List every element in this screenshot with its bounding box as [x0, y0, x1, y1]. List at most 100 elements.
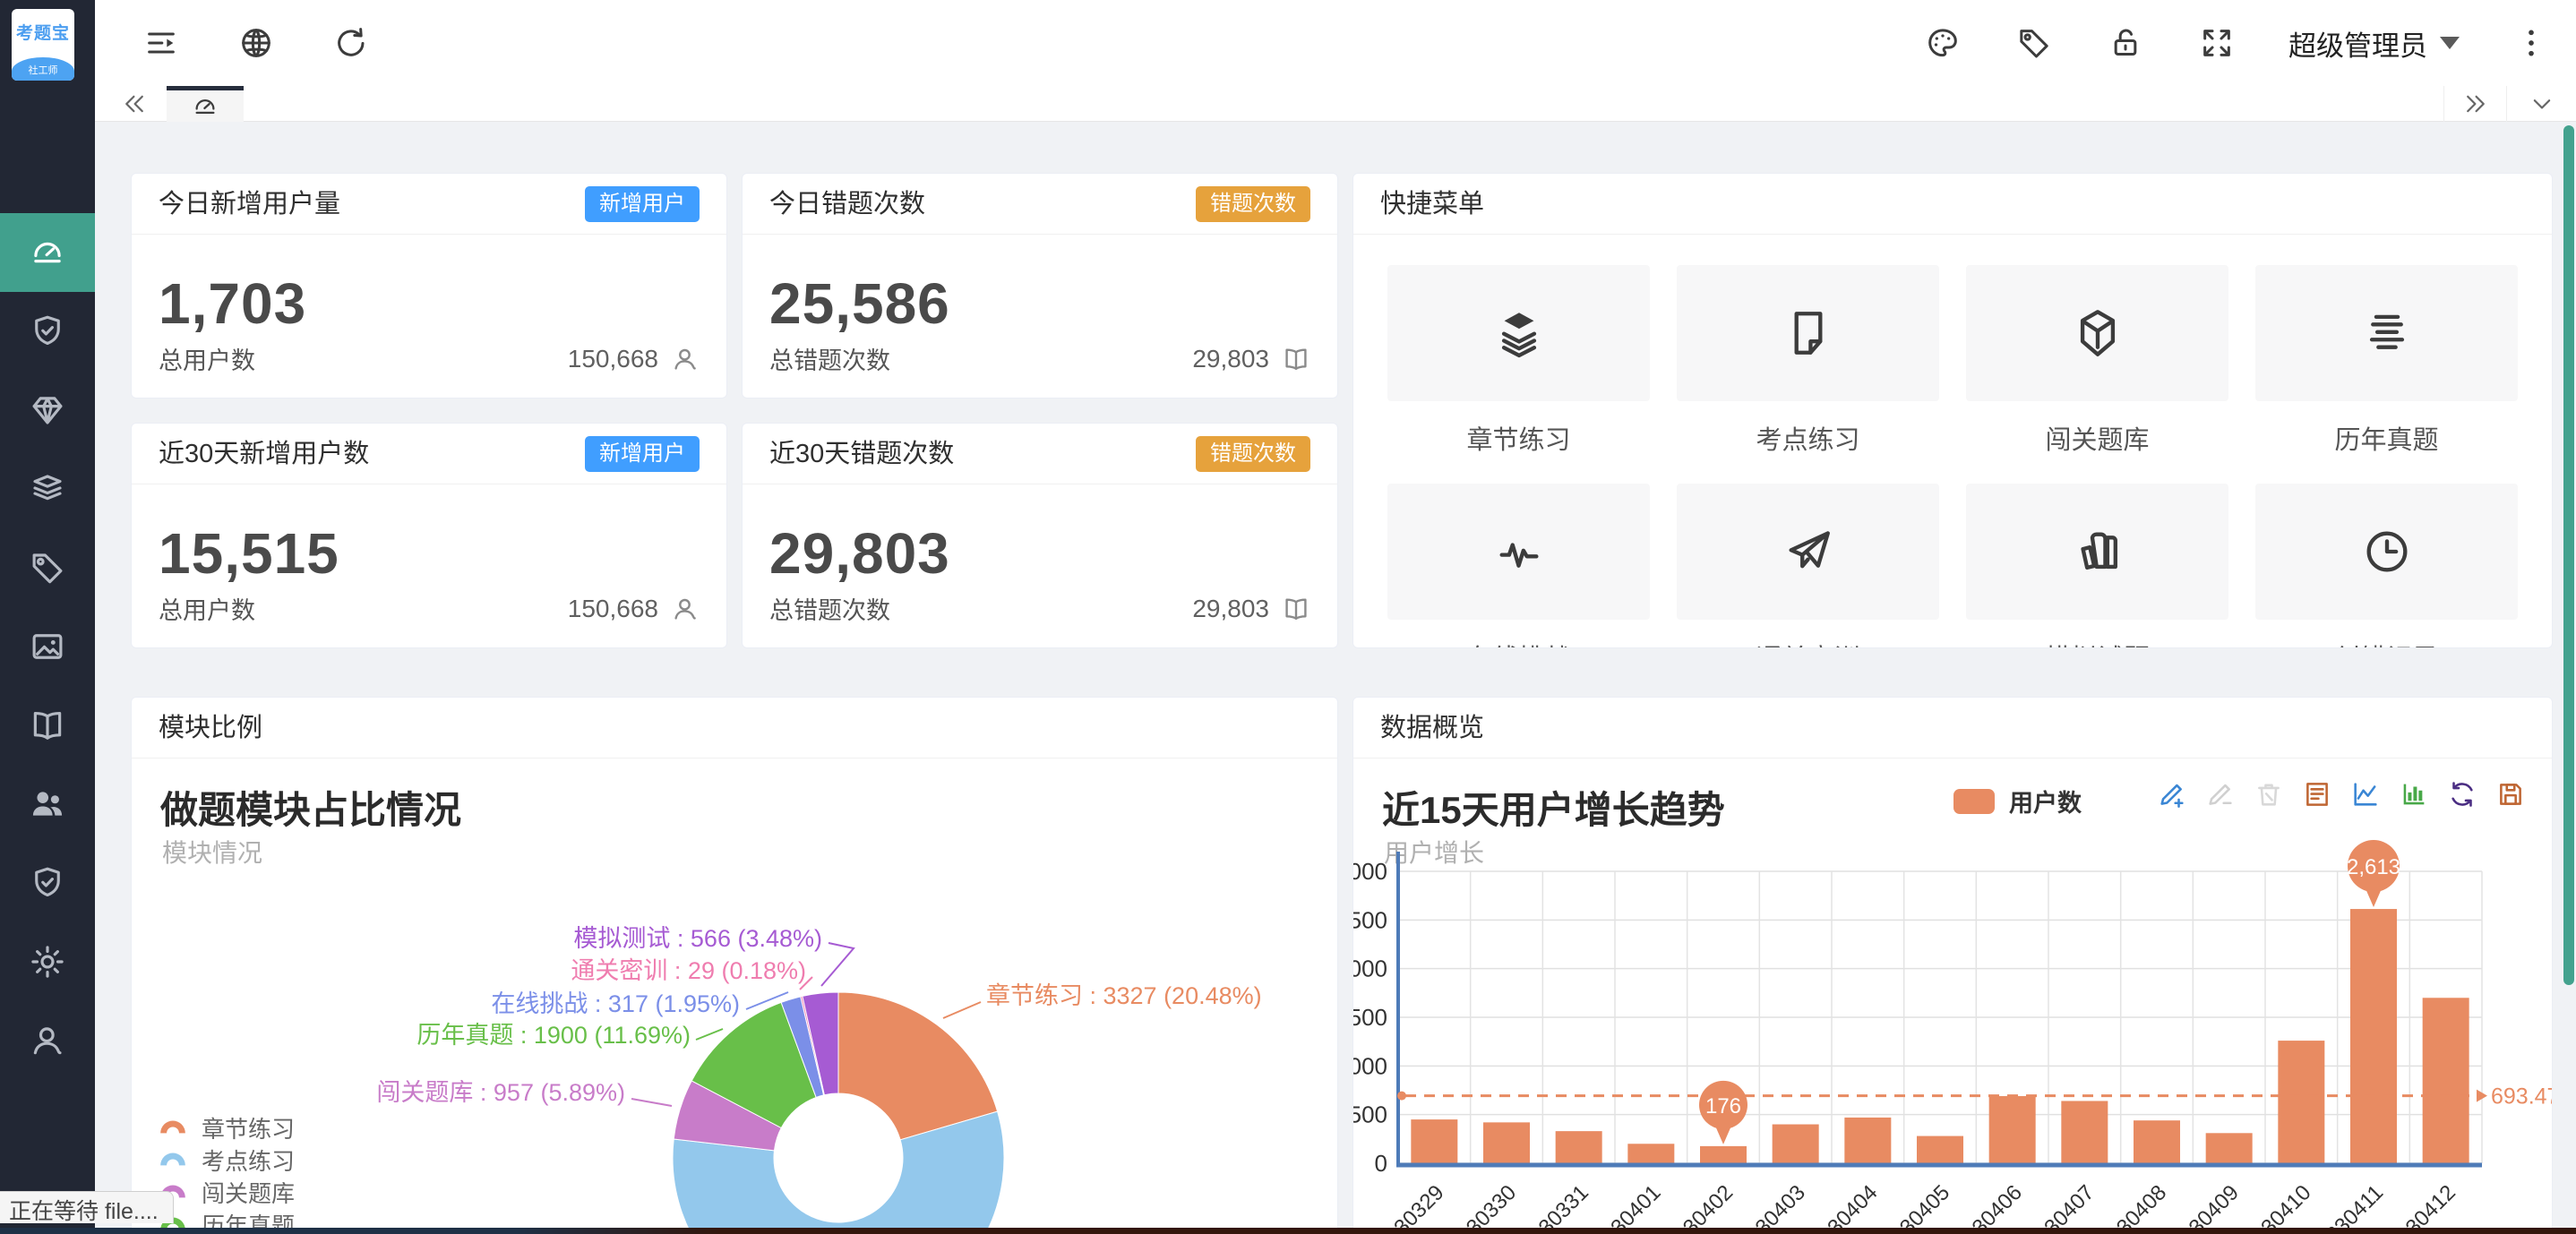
- user-name: 超级管理员: [2288, 23, 2427, 64]
- stat-value: 29,803: [769, 520, 950, 587]
- svg-text:20230330: 20230330: [1437, 1180, 1522, 1234]
- user-icon: [671, 345, 700, 373]
- fullscreen-icon[interactable]: [2197, 23, 2237, 63]
- quick-menu-item-2[interactable]: 考点练习: [1677, 265, 1939, 457]
- quick-menu-card: 快捷菜单 章节练习 考点练习 闯关题库 历年真题 在线挑战 通关密训 模拟试题 …: [1352, 173, 2553, 648]
- svg-text:20230401: 20230401: [1581, 1180, 1666, 1234]
- globe-icon[interactable]: [236, 23, 276, 63]
- toolbox-save-icon[interactable]: [2493, 776, 2529, 812]
- sidebar: 考题宝 社工师: [0, 0, 95, 1234]
- bar-20230412[interactable]: [2423, 998, 2469, 1163]
- tabs-scroll-left-icon[interactable]: [107, 86, 161, 122]
- bar-20230405[interactable]: [1917, 1136, 1963, 1163]
- bar-20230402[interactable]: [1700, 1146, 1747, 1163]
- tag-icon[interactable]: [2014, 23, 2054, 63]
- user-dropdown[interactable]: 超级管理员: [2288, 23, 2460, 64]
- quick-menu-item-8[interactable]: 纠错记录: [2255, 484, 2518, 648]
- quick-menu-item-6[interactable]: 通关密训: [1677, 484, 1939, 648]
- refresh-icon[interactable]: [331, 23, 371, 63]
- quick-menu-item-7[interactable]: 模拟试题: [1966, 484, 2228, 648]
- browser-status-text: 正在等待 file....: [0, 1191, 174, 1223]
- chevron-down-icon: [2440, 37, 2460, 49]
- svg-text:1,500: 1,500: [1353, 1004, 1387, 1031]
- toolbox-data-view-icon[interactable]: [2299, 776, 2335, 812]
- stat-value: 1,703: [159, 270, 306, 337]
- svg-text:20230409: 20230409: [2159, 1180, 2244, 1234]
- bar-20230331[interactable]: [1556, 1131, 1602, 1163]
- bar-20230411[interactable]: [2350, 909, 2397, 1163]
- toolbox-line-chart-icon[interactable]: [2348, 776, 2383, 812]
- bar-20230409[interactable]: [2206, 1133, 2253, 1163]
- bar-20230407[interactable]: [2061, 1101, 2108, 1163]
- bar-20230401[interactable]: [1627, 1144, 1674, 1163]
- page-scrollbar-thumb[interactable]: [2563, 125, 2574, 985]
- sidebar-item-6-book-icon[interactable]: [0, 686, 95, 765]
- status-badge: 新增用户: [585, 436, 700, 472]
- stat-footer-label: 总错题次数: [769, 591, 890, 626]
- user-icon: [671, 595, 700, 623]
- module-ratio-card: 模块比例 做题模块占比情况 模块情况 章节练习考点练习闯关题库历年真题在线挑战通…: [131, 697, 1338, 1234]
- svg-text:20230404: 20230404: [1798, 1180, 1883, 1234]
- svg-text:20230412: 20230412: [2375, 1180, 2460, 1234]
- tab-bar: [95, 86, 2576, 122]
- sidebar-item-10-user-icon[interactable]: [0, 1001, 95, 1080]
- quick-menu-item-3[interactable]: 闯关题库: [1966, 265, 2228, 457]
- stat-value: 15,515: [159, 520, 339, 587]
- quick-menu-item-1[interactable]: 章节练习: [1387, 265, 1650, 457]
- more-menu-icon[interactable]: [2512, 23, 2551, 63]
- average-line-label: 693.47: [2491, 1084, 2552, 1110]
- document-icon: [1677, 265, 1939, 401]
- quick-menu-label: 在线挑战: [1387, 638, 1650, 648]
- toolbox-trash-icon[interactable]: [2251, 776, 2287, 812]
- stat-card-title: 近30天新增用户数: [159, 424, 369, 484]
- sidebar-item-8-shield-check-icon[interactable]: [0, 844, 95, 922]
- quick-menu-item-4[interactable]: 历年真题: [2255, 265, 2518, 457]
- sidebar-menu: [0, 213, 95, 1080]
- quick-menu-label: 纠错记录: [2255, 638, 2518, 648]
- collapse-sidebar-icon[interactable]: [142, 23, 181, 63]
- pie-slice-章节练习[interactable]: [838, 992, 998, 1140]
- sidebar-item-4-tag-icon[interactable]: [0, 528, 95, 607]
- sidebar-item-1-shield-check-icon[interactable]: [0, 292, 95, 371]
- bar-20230329[interactable]: [1411, 1119, 1457, 1163]
- svg-text:1,000: 1,000: [1353, 1052, 1387, 1079]
- toolbox-pencil-add-icon[interactable]: [2154, 776, 2190, 812]
- bar-legend-users[interactable]: 用户数: [1953, 784, 2082, 818]
- sidebar-item-5-image-icon[interactable]: [0, 607, 95, 686]
- app-logo[interactable]: 考题宝 社工师: [12, 9, 74, 81]
- svg-text:20230402: 20230402: [1653, 1180, 1739, 1234]
- toolbox-pencil-minus-icon[interactable]: [2202, 776, 2238, 812]
- lock-icon[interactable]: [2106, 23, 2145, 63]
- toolbox-bar-chart-icon[interactable]: [2396, 776, 2432, 812]
- tab-dashboard[interactable]: [167, 86, 244, 122]
- quick-menu-label: 通关密训: [1677, 638, 1939, 648]
- tabs-menu-icon[interactable]: [2506, 86, 2576, 122]
- text-lines-icon: [2255, 265, 2518, 401]
- bar-20230410[interactable]: [2278, 1041, 2324, 1163]
- layers-stack-icon: [1387, 265, 1650, 401]
- sidebar-item-0-dashboard-icon[interactable]: [0, 213, 95, 292]
- sidebar-item-7-users-icon[interactable]: [0, 765, 95, 844]
- bar-20230330[interactable]: [1483, 1122, 1530, 1163]
- sidebar-item-9-gear-icon[interactable]: [0, 922, 95, 1001]
- bar-20230408[interactable]: [2134, 1120, 2180, 1163]
- legend-swatch: [1953, 789, 1995, 814]
- logo-subtitle: 社工师: [12, 57, 74, 81]
- bar-20230404[interactable]: [1844, 1118, 1891, 1163]
- pie-callout-label: 闯关题库 : 957 (5.89%): [376, 1079, 625, 1106]
- topbar-left: [95, 23, 371, 63]
- quick-menu-item-5[interactable]: 在线挑战: [1387, 484, 1650, 648]
- pie-callout-label: 通关密训 : 29 (0.18%): [571, 957, 806, 984]
- tabs-scroll-right-icon[interactable]: [2443, 86, 2506, 122]
- svg-text:500: 500: [1353, 1101, 1387, 1128]
- stat-footer-value: 150,668: [568, 345, 658, 373]
- legend-label: 用户数: [2009, 784, 2082, 818]
- quick-menu-label: 考点练习: [1677, 419, 1939, 457]
- bar-20230406[interactable]: [1989, 1096, 2036, 1163]
- sidebar-item-3-layers-icon[interactable]: [0, 450, 95, 528]
- bar-20230403[interactable]: [1773, 1125, 1819, 1163]
- data-overview-card-title: 数据概览: [1380, 698, 1484, 758]
- sidebar-item-2-gem-icon[interactable]: [0, 371, 95, 450]
- theme-palette-icon[interactable]: [1923, 23, 1962, 63]
- toolbox-restore-icon[interactable]: [2444, 776, 2480, 812]
